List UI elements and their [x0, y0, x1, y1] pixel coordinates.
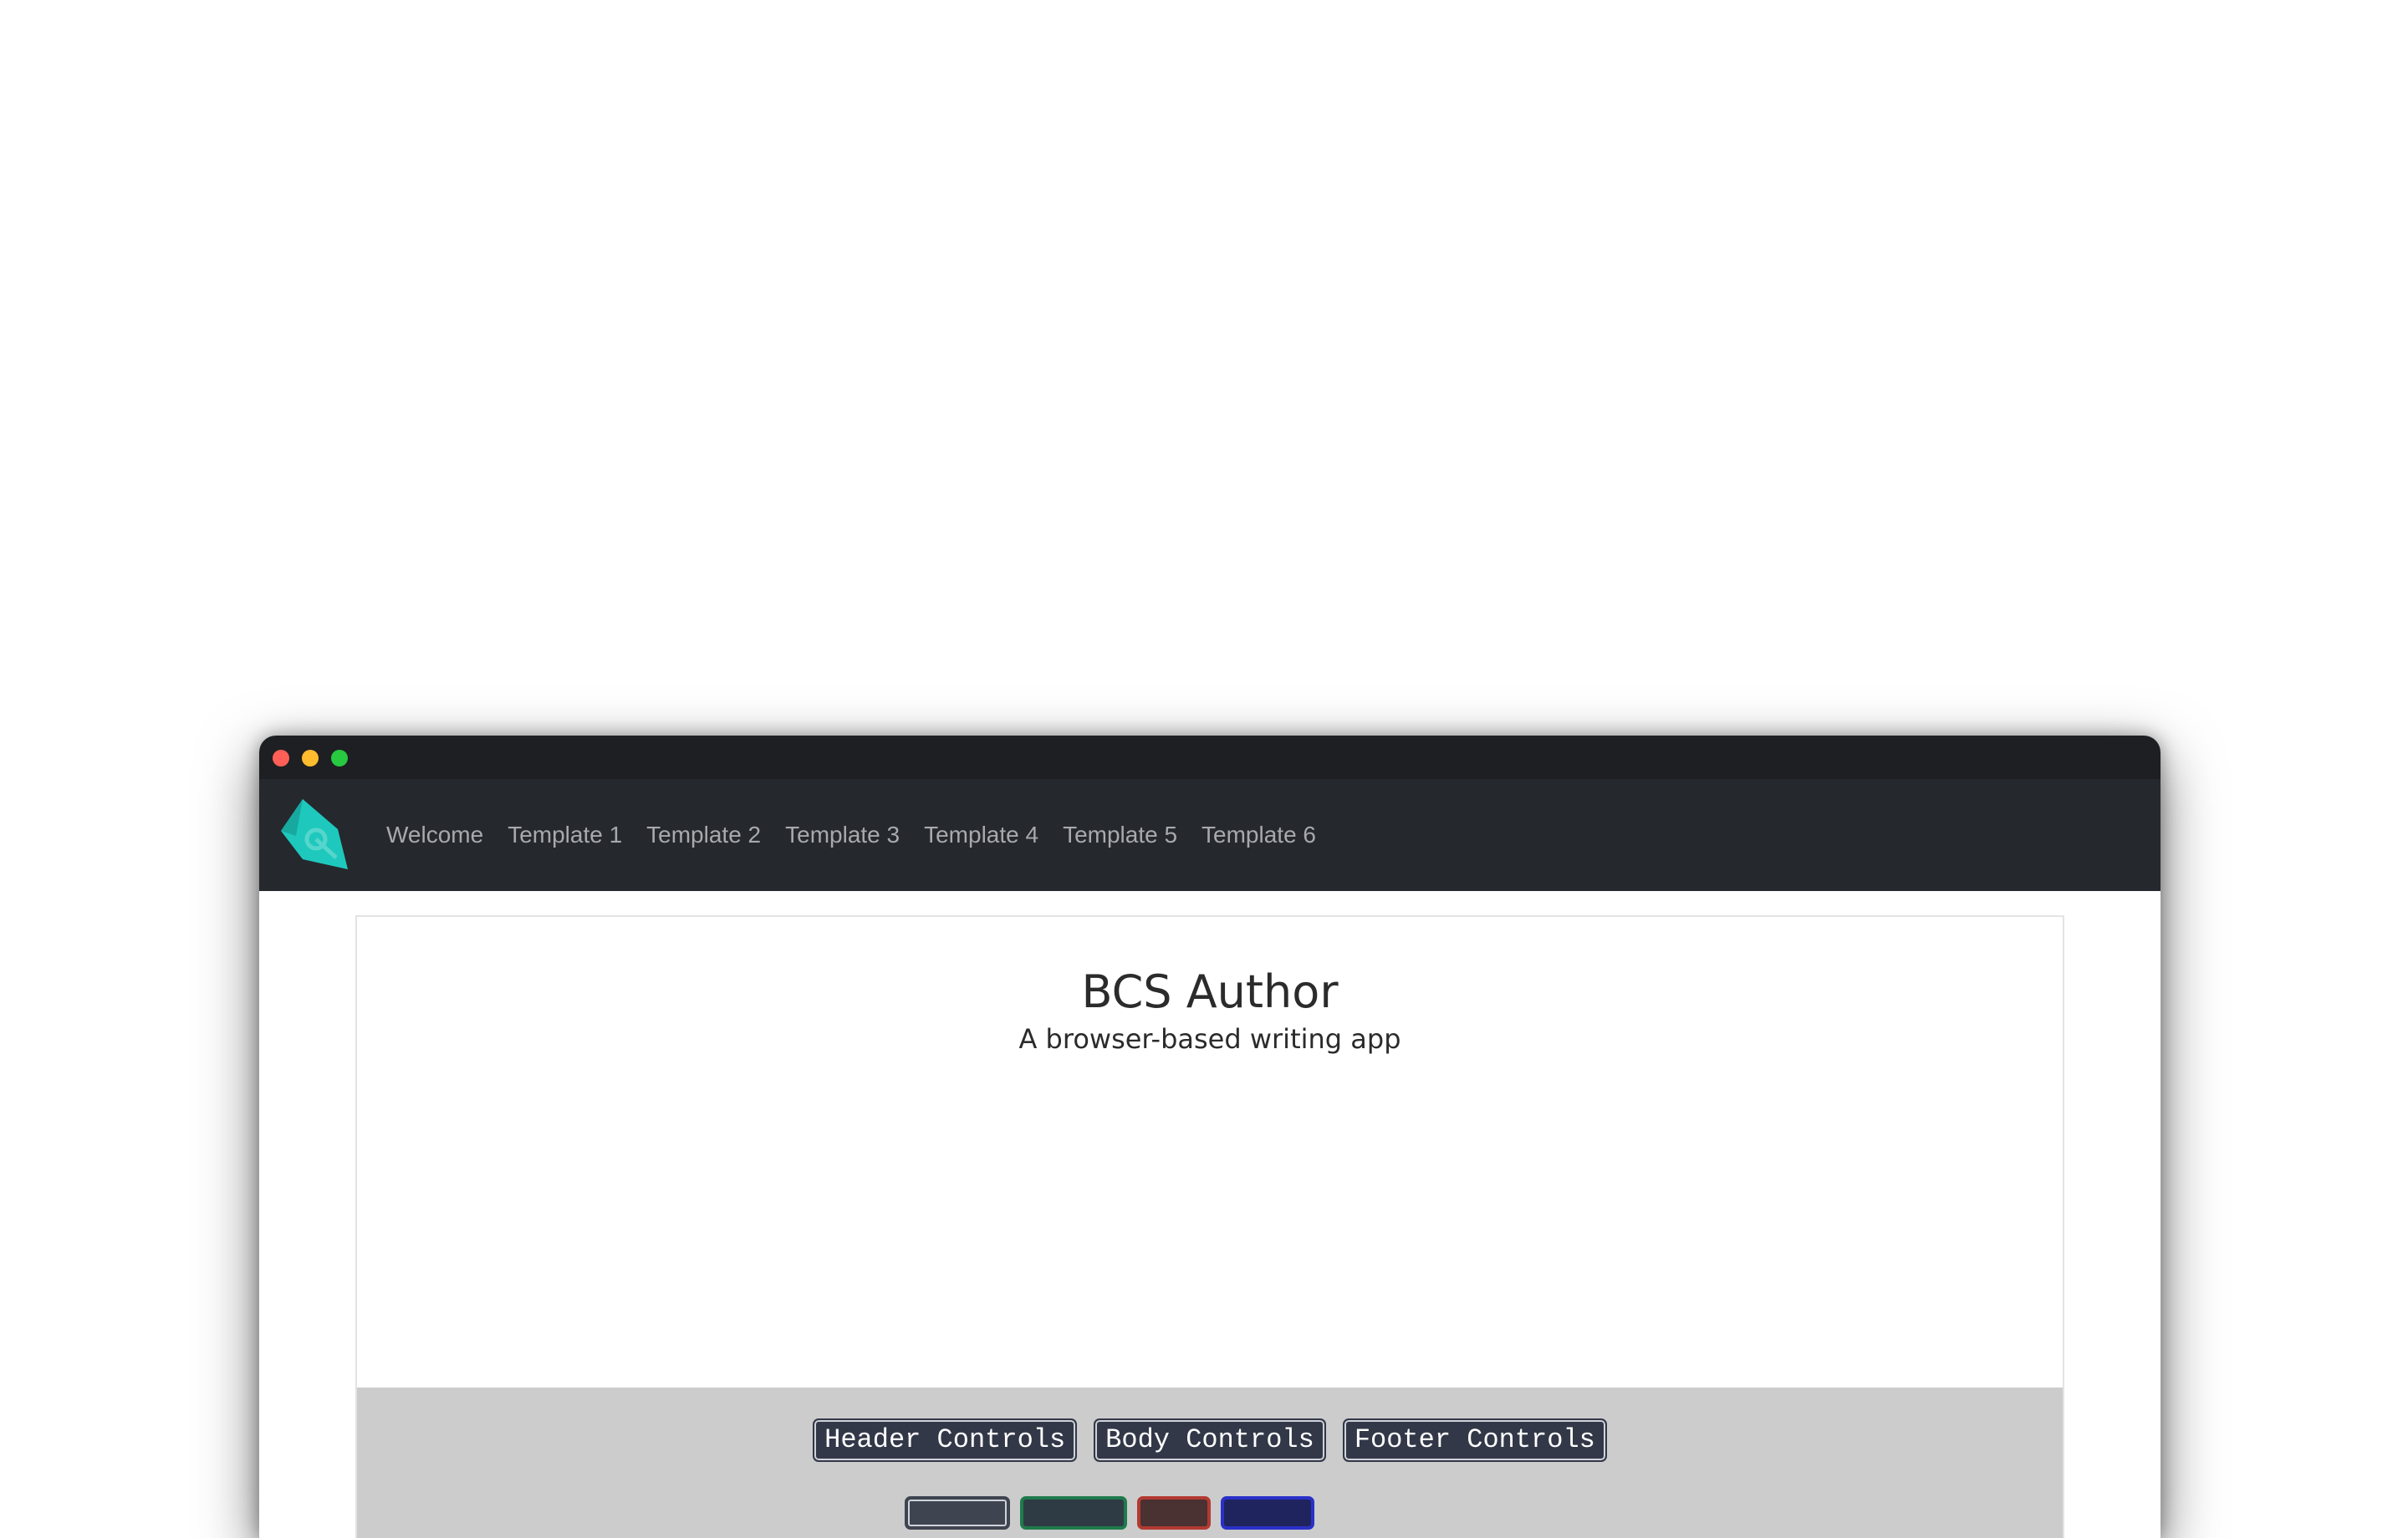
- close-window-button[interactable]: [273, 750, 289, 766]
- body-controls-button[interactable]: Body Controls: [1094, 1418, 1326, 1462]
- controls-panel: Header Controls Body Controls Footer Con…: [357, 1388, 2063, 1538]
- secondary-control-button[interactable]: [1137, 1496, 1211, 1530]
- secondary-controls-row: [259, 1496, 1962, 1530]
- secondary-control-button[interactable]: [905, 1496, 1010, 1530]
- secondary-control-button[interactable]: [1020, 1496, 1127, 1530]
- window-titlebar: [259, 736, 2161, 779]
- nav-item-template-1[interactable]: Template 1: [508, 822, 622, 848]
- nav-item-template-6[interactable]: Template 6: [1201, 822, 1316, 848]
- nav-item-template-4[interactable]: Template 4: [924, 822, 1038, 848]
- pen-nib-logo-icon[interactable]: [278, 797, 351, 871]
- nav-item-welcome[interactable]: Welcome: [386, 822, 483, 848]
- secondary-control-button[interactable]: [1221, 1496, 1314, 1530]
- nav-item-template-3[interactable]: Template 3: [785, 822, 900, 848]
- nav-menu: Welcome Template 1 Template 2 Template 3…: [386, 779, 1340, 891]
- top-navbar: Welcome Template 1 Template 2 Template 3…: [259, 779, 2161, 891]
- page-subtitle: A browser-based writing app: [1018, 1023, 1401, 1055]
- document-card: BCS Author A browser-based writing app H…: [355, 915, 2064, 1538]
- page-title: BCS Author: [1081, 965, 1339, 1018]
- nav-item-template-2[interactable]: Template 2: [646, 822, 761, 848]
- nav-item-template-5[interactable]: Template 5: [1063, 822, 1177, 848]
- minimize-window-button[interactable]: [302, 750, 319, 766]
- maximize-window-button[interactable]: [331, 750, 348, 766]
- header-controls-button[interactable]: Header Controls: [813, 1418, 1078, 1462]
- browser-window: Welcome Template 1 Template 2 Template 3…: [259, 736, 2161, 1538]
- controls-toolbar: Header Controls Body Controls Footer Con…: [357, 1418, 2063, 1462]
- footer-controls-button[interactable]: Footer Controls: [1342, 1418, 1607, 1462]
